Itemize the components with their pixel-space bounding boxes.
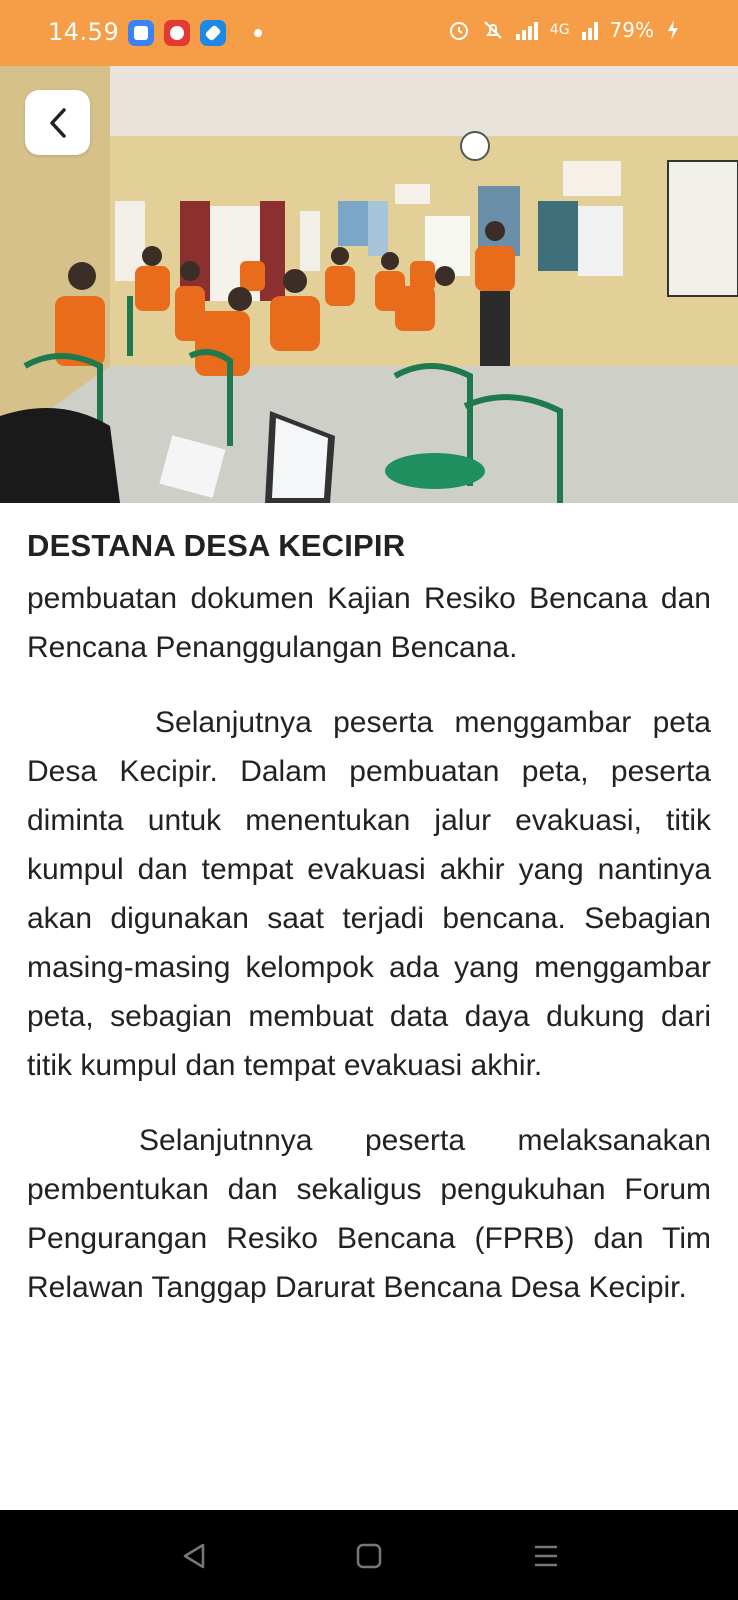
system-indicators: 4G 79% — [448, 18, 680, 42]
article-header-image — [0, 66, 738, 503]
article-body: DESTANA DESA KECIPIR pembuatan dokumen K… — [27, 528, 711, 1312]
chevron-left-icon — [49, 107, 66, 138]
signal-icon — [515, 20, 538, 40]
alarm-icon — [449, 22, 468, 40]
article-paragraph: pembuatan dokumen Kajian Resiko Bencana … — [27, 582, 711, 664]
signal-4g-icon — [581, 20, 598, 40]
recents-lines-icon — [535, 1545, 557, 1567]
back-button[interactable] — [25, 90, 90, 155]
status-time: 14.59 — [48, 18, 120, 46]
battery-charging-icon — [668, 20, 678, 40]
network-type: 4G — [549, 22, 570, 38]
status-bar: 14.59 4G 79% — [0, 0, 738, 66]
photo-image — [0, 66, 738, 503]
nav-back-button[interactable] — [178, 1540, 210, 1572]
home-square-icon — [356, 1543, 382, 1569]
article-paragraph: Selanjutnnya peserta melaksanakan pemben… — [27, 1124, 711, 1304]
app-icon-red — [164, 20, 190, 46]
article-title: DESTANA DESA KECIPIR — [27, 528, 406, 563]
system-navigation-bar — [0, 1510, 738, 1600]
article-paragraph: Selanjutnya peserta menggambar peta Desa… — [27, 706, 711, 1082]
mute-icon — [484, 21, 502, 39]
nav-recents-button[interactable] — [530, 1540, 562, 1572]
battery-percentage: 79% — [609, 18, 654, 42]
app-icon-blue — [128, 20, 154, 46]
back-triangle-icon — [183, 1543, 205, 1569]
more-notifications-dot — [254, 29, 262, 37]
nav-home-button[interactable] — [353, 1540, 385, 1572]
notification-icons — [128, 20, 262, 46]
app-icon-blue-edit — [200, 20, 226, 46]
